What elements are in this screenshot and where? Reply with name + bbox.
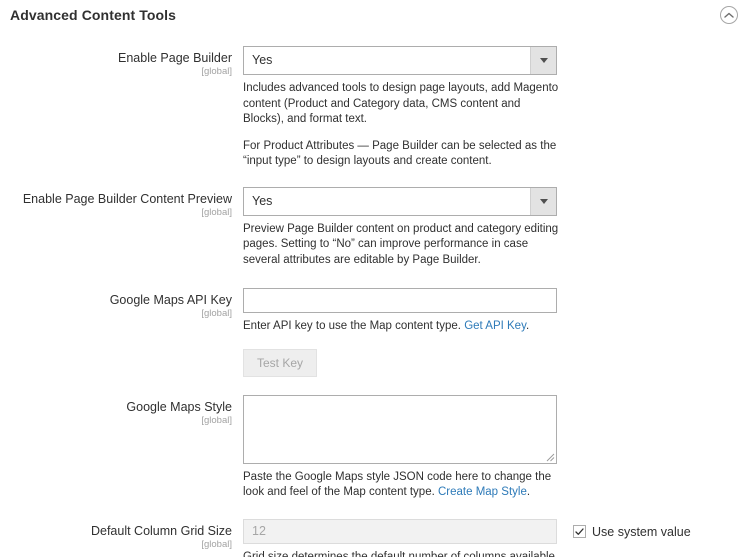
select-value: Yes bbox=[244, 47, 530, 74]
field-extra-default-column-grid-size: Use system value bbox=[558, 519, 750, 539]
test-key-button[interactable]: Test Key bbox=[243, 349, 317, 377]
field-extra-empty-2 bbox=[558, 187, 750, 193]
google-maps-style-textarea[interactable] bbox=[243, 395, 557, 464]
advanced-content-tools-panel: Advanced Content Tools Enable Page Build… bbox=[0, 0, 750, 557]
enable-content-preview-select[interactable]: Yes bbox=[243, 187, 557, 216]
google-maps-style-textarea-wrap bbox=[243, 395, 557, 464]
note-paragraph-2: For Product Attributes — Page Builder ca… bbox=[243, 139, 559, 170]
label-text: Enable Page Builder Content Preview bbox=[0, 192, 232, 207]
note-paragraph: Enter API key to use the Map content typ… bbox=[243, 319, 559, 335]
chevron-down-icon[interactable] bbox=[530, 47, 556, 74]
field-label-default-column-grid-size: Default Column Grid Size [global] bbox=[0, 519, 243, 551]
label-text: Google Maps Style bbox=[0, 400, 232, 415]
field-extra-empty-1 bbox=[558, 46, 750, 52]
field-control-google-maps-api-key: Enter API key to use the Map content typ… bbox=[243, 288, 558, 377]
enable-page-builder-select[interactable]: Yes bbox=[243, 46, 557, 75]
chevron-up-circle-icon[interactable] bbox=[720, 6, 738, 24]
field-google-maps-api-key: Google Maps API Key [global] Enter API k… bbox=[0, 288, 750, 377]
note-google-maps-style: Paste the Google Maps style JSON code he… bbox=[243, 470, 559, 501]
default-column-grid-size-input[interactable] bbox=[243, 519, 557, 544]
section-header: Advanced Content Tools bbox=[0, 0, 750, 30]
get-api-key-link[interactable]: Get API Key bbox=[464, 320, 526, 332]
scope-text: [global] bbox=[0, 415, 232, 427]
use-system-value-label: Use system value bbox=[592, 525, 691, 539]
field-label-enable-page-builder: Enable Page Builder [global] bbox=[0, 46, 243, 78]
note-paragraph: Grid size determines the default number … bbox=[243, 550, 559, 557]
label-text: Google Maps API Key bbox=[0, 293, 232, 308]
note-paragraph: Preview Page Builder content on product … bbox=[243, 222, 559, 269]
caret-shape bbox=[540, 58, 548, 63]
field-google-maps-style: Google Maps Style [global] Paste the Goo… bbox=[0, 395, 750, 501]
label-text: Enable Page Builder bbox=[0, 51, 232, 66]
config-form: Enable Page Builder [global] Yes Include… bbox=[0, 30, 750, 557]
google-maps-api-key-input[interactable] bbox=[243, 288, 557, 313]
field-enable-content-preview: Enable Page Builder Content Preview [glo… bbox=[0, 187, 750, 269]
checkbox-checked-icon[interactable] bbox=[573, 525, 586, 538]
scope-text: [global] bbox=[0, 539, 232, 551]
select-value: Yes bbox=[244, 188, 530, 215]
field-label-enable-content-preview: Enable Page Builder Content Preview [glo… bbox=[0, 187, 243, 219]
scope-text: [global] bbox=[0, 207, 232, 219]
field-control-enable-page-builder: Yes Includes advanced tools to design pa… bbox=[243, 46, 558, 170]
use-system-value-default-grid[interactable]: Use system value bbox=[573, 525, 750, 539]
note-suffix: . bbox=[527, 486, 530, 498]
test-key-row: Test Key bbox=[243, 349, 558, 377]
note-enable-page-builder: Includes advanced tools to design page l… bbox=[243, 81, 559, 170]
field-control-enable-content-preview: Yes Preview Page Builder content on prod… bbox=[243, 187, 558, 269]
field-enable-page-builder: Enable Page Builder [global] Yes Include… bbox=[0, 46, 750, 170]
field-control-google-maps-style: Paste the Google Maps style JSON code he… bbox=[243, 395, 558, 501]
scope-text: [global] bbox=[0, 308, 232, 320]
field-label-google-maps-api-key: Google Maps API Key [global] bbox=[0, 288, 243, 320]
field-default-column-grid-size: Default Column Grid Size [global] Grid s… bbox=[0, 519, 750, 557]
field-label-google-maps-style: Google Maps Style [global] bbox=[0, 395, 243, 427]
chevron-down-icon[interactable] bbox=[530, 188, 556, 215]
note-paragraph-1: Includes advanced tools to design page l… bbox=[243, 81, 559, 128]
create-map-style-link[interactable]: Create Map Style bbox=[438, 486, 527, 498]
note-google-maps-api-key: Enter API key to use the Map content typ… bbox=[243, 319, 559, 335]
note-prefix: Enter API key to use the Map content typ… bbox=[243, 320, 464, 332]
field-extra-empty-4 bbox=[558, 395, 750, 401]
caret-shape bbox=[540, 199, 548, 204]
note-suffix: . bbox=[526, 320, 529, 332]
note-default-column-grid-size: Grid size determines the default number … bbox=[243, 550, 559, 557]
label-text: Default Column Grid Size bbox=[0, 524, 232, 539]
note-enable-content-preview: Preview Page Builder content on product … bbox=[243, 222, 559, 269]
field-control-default-column-grid-size: Grid size determines the default number … bbox=[243, 519, 558, 557]
scope-text: [global] bbox=[0, 66, 232, 78]
note-paragraph: Paste the Google Maps style JSON code he… bbox=[243, 470, 559, 501]
page-title: Advanced Content Tools bbox=[10, 7, 176, 23]
field-extra-empty-3 bbox=[558, 288, 750, 294]
